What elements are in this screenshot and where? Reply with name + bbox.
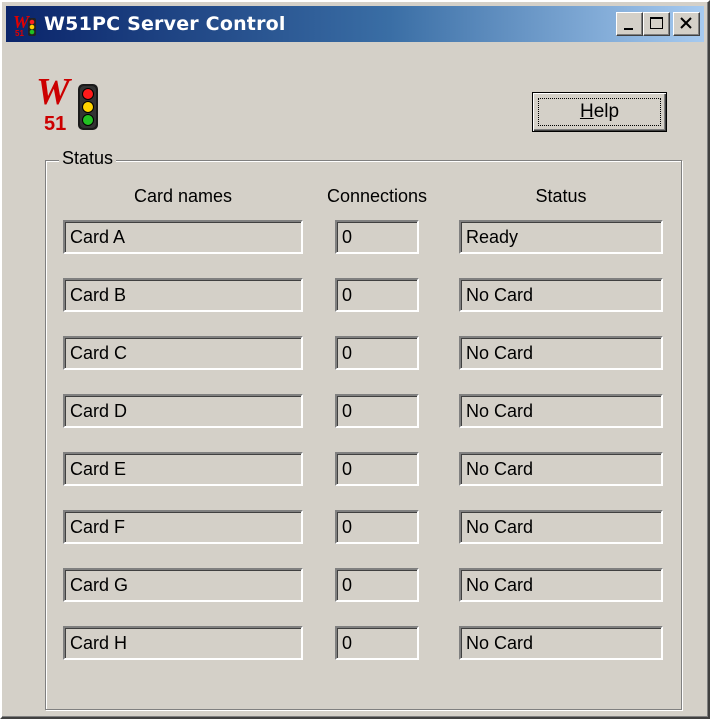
card-status-field: No Card: [459, 452, 663, 486]
connections-field: 0: [335, 220, 419, 254]
card-name-field: Card F: [63, 510, 303, 544]
card-status-field: No Card: [459, 394, 663, 428]
connections-field: 0: [335, 626, 419, 660]
card-status-field: No Card: [459, 336, 663, 370]
connections-field: 0: [335, 510, 419, 544]
logo-number: 51: [44, 113, 66, 135]
connections-field: 0: [335, 336, 419, 370]
card-name-field: Card D: [63, 394, 303, 428]
logo-letter: W: [36, 71, 73, 113]
app-icon[interactable]: W 51: [12, 11, 38, 37]
card-status-field: Ready: [459, 220, 663, 254]
connections-header: Connections: [326, 186, 428, 206]
help-button-label: Help: [579, 101, 620, 122]
window-title: W51PC Server Control: [44, 13, 286, 35]
card-name-field: Card C: [63, 336, 303, 370]
help-button[interactable]: Help: [532, 92, 667, 132]
connections-field: 0: [335, 452, 419, 486]
card-name-field: Card G: [63, 568, 303, 602]
connections-field: 0: [335, 568, 419, 602]
traffic-light-icon: [78, 84, 98, 130]
card-status-field: No Card: [459, 568, 663, 602]
close-icon: [680, 17, 692, 29]
minimize-icon: [624, 28, 633, 30]
maximize-icon: [650, 17, 663, 29]
close-button[interactable]: [673, 12, 700, 36]
card-name-field: Card B: [63, 278, 303, 312]
connections-field: 0: [335, 394, 419, 428]
card-status-field: No Card: [459, 626, 663, 660]
app-window: W 51 W51PC Server Control W 51 Help Stat…: [0, 0, 710, 719]
card-status-field: No Card: [459, 278, 663, 312]
card-status-field: No Card: [459, 510, 663, 544]
status-header: Status: [535, 186, 587, 206]
card-name-field: Card H: [63, 626, 303, 660]
title-bar[interactable]: W 51 W51PC Server Control: [6, 6, 704, 42]
maximize-button[interactable]: [643, 12, 670, 36]
card-name-field: Card E: [63, 452, 303, 486]
connections-field: 0: [335, 278, 419, 312]
card-names-header: Card names: [133, 186, 233, 206]
card-name-field: Card A: [63, 220, 303, 254]
w51-logo: W 51: [36, 71, 98, 135]
minimize-button[interactable]: [616, 12, 643, 36]
status-group-label: Status: [59, 148, 117, 169]
svg-text:51: 51: [15, 29, 24, 37]
window-controls: [616, 12, 700, 36]
